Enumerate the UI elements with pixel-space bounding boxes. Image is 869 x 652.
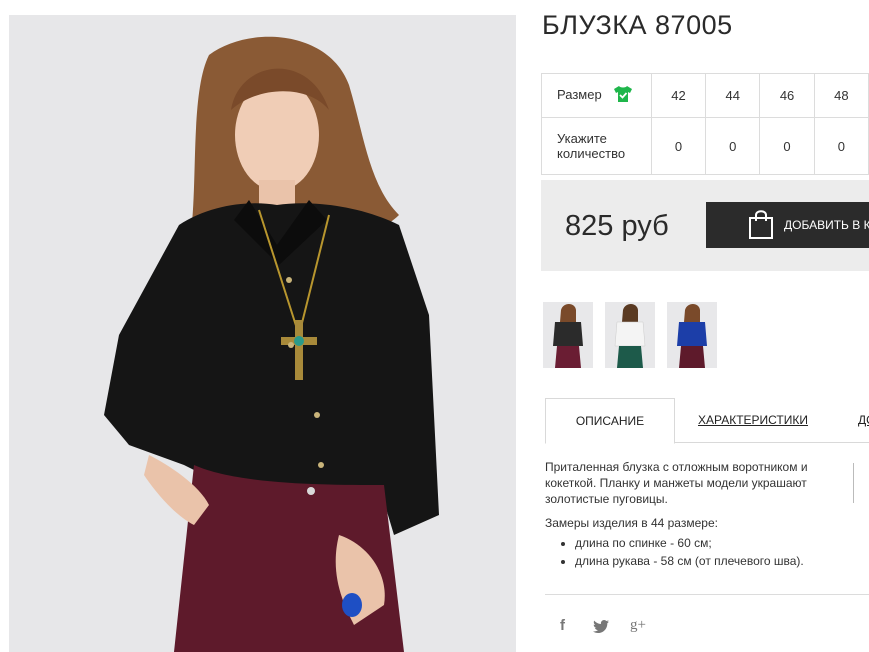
product-title: БЛУЗКА 87005: [542, 10, 733, 40]
size-row: Размер 42 44 46 48: [541, 73, 869, 118]
quantity-label-line1: Укажите: [557, 131, 607, 146]
twitter-icon[interactable]: [593, 620, 609, 637]
add-to-cart-button[interactable]: ДОБАВИТЬ В КОРЗИНУ: [706, 202, 869, 248]
quantity-row: Укажите количество 0 0 0 0: [541, 117, 869, 175]
size-quantity-table: Размер 42 44 46 48 Укажите количество 0 …: [541, 73, 869, 175]
quantity-input-44[interactable]: 0: [705, 117, 761, 175]
quantity-input-48[interactable]: 0: [813, 117, 869, 175]
size-label: Размер: [557, 86, 602, 102]
model-illustration: [9, 15, 516, 652]
thumb-black-blouse[interactable]: [543, 302, 593, 368]
tab-delivery[interactable]: ДО: [858, 398, 869, 441]
tab-description[interactable]: ОПИСАНИЕ: [545, 398, 675, 444]
side-panel-edge: [853, 463, 869, 503]
size-value: 46: [759, 73, 815, 118]
description-text: Приталенная блузка с отложным воротником…: [545, 460, 808, 506]
quantity-label-line2: количество: [557, 146, 626, 161]
tshirt-check-icon[interactable]: [613, 85, 633, 106]
list-item: длина по спинке - 60 см;: [575, 535, 845, 551]
product-description: Приталенная блузка с отложным воротником…: [545, 459, 845, 571]
quantity-input-42[interactable]: 0: [650, 117, 707, 175]
product-price: 825 руб: [565, 210, 669, 242]
size-value: 48: [813, 73, 869, 118]
product-tabs: ОПИСАНИЕ ХАРАКТЕРИСТИКИ ДО: [545, 398, 869, 444]
size-value: 42: [650, 73, 707, 118]
quantity-label-cell: Укажите количество: [541, 117, 652, 175]
add-to-cart-label: ДОБАВИТЬ В КОРЗИНУ: [784, 218, 869, 232]
tab-characteristics[interactable]: ХАРАКТЕРИСТИКИ: [698, 398, 808, 441]
product-photo[interactable]: [9, 15, 516, 652]
shopping-bag-icon: [748, 209, 774, 242]
facebook-icon[interactable]: f: [560, 617, 565, 634]
list-item: длина рукава - 58 см (от плечевого шва).: [575, 553, 845, 569]
price-panel: 825 руб ДОБАВИТЬ В КОРЗИНУ: [541, 180, 869, 271]
size-label-cell: Размер: [541, 73, 652, 118]
measurements-list: длина по спинке - 60 см; длина рукава - …: [545, 535, 845, 569]
thumb-blue-blouse[interactable]: [667, 302, 717, 368]
quantity-input-46[interactable]: 0: [759, 117, 815, 175]
googleplus-icon[interactable]: g+: [630, 617, 646, 634]
thumb-white-blouse[interactable]: [605, 302, 655, 368]
divider: [545, 594, 869, 595]
size-value: 44: [705, 73, 761, 118]
measurements-title: Замеры изделия в 44 размере:: [545, 516, 718, 530]
